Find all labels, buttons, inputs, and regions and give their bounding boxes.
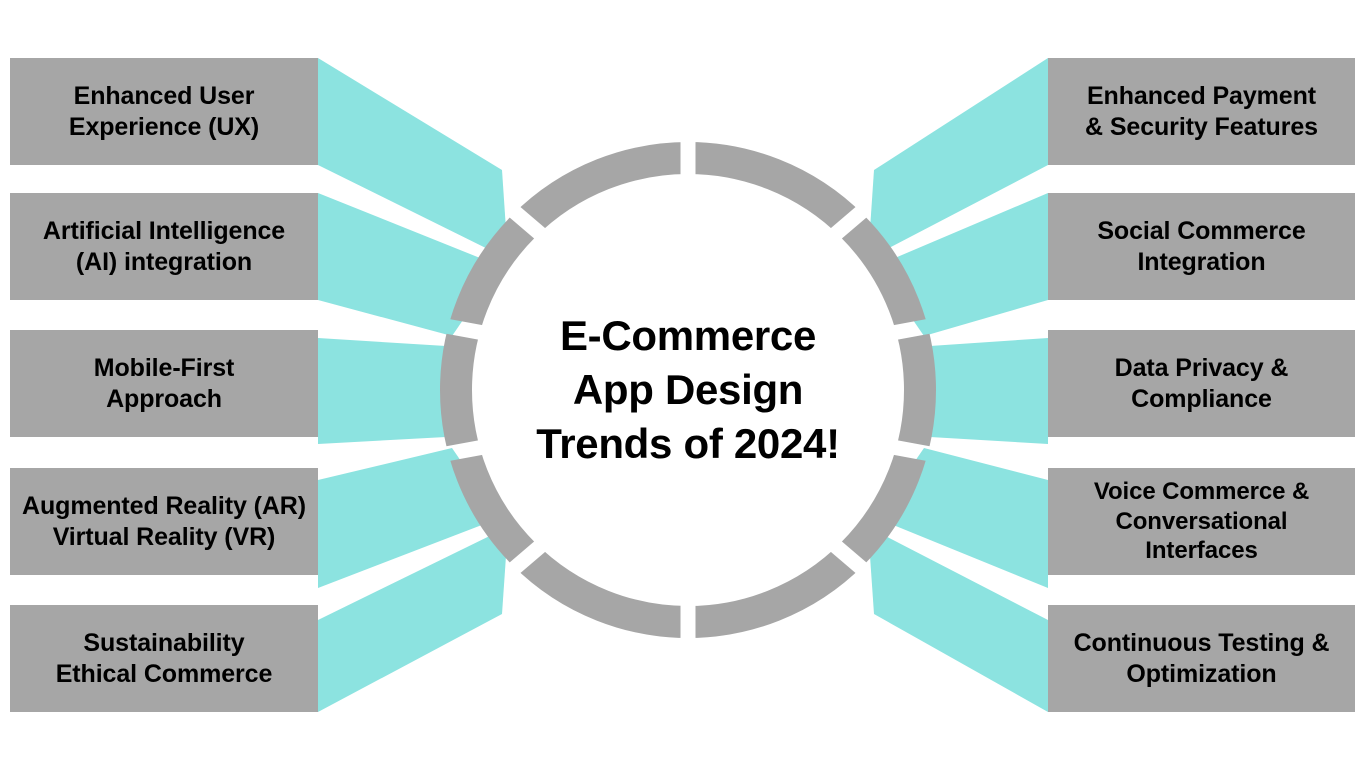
connector-right-3 — [930, 338, 1048, 444]
node-label-text: Social Commerce Integration — [1097, 216, 1306, 276]
node-label-text: Voice Commerce & Conversational Interfac… — [1093, 477, 1310, 565]
node-label-text: Data Privacy & Compliance — [1114, 353, 1289, 413]
node-label-mobile-first-approach[interactable]: Mobile-First Approach — [10, 330, 318, 437]
node-label-text: Sustainability Ethical Commerce — [55, 628, 273, 688]
node-label-voice-commerce-conversational[interactable]: Voice Commerce & Conversational Interfac… — [1048, 468, 1355, 575]
node-label-text: Continuous Testing & Optimization — [1073, 628, 1330, 688]
node-label-text: Mobile-First Approach — [93, 353, 235, 413]
node-label-sustainability-ethical-commerce[interactable]: Sustainability Ethical Commerce — [10, 605, 318, 712]
node-label-enhanced-user-experience[interactable]: Enhanced User Experience (UX) — [10, 58, 318, 165]
diagram-canvas: Enhanced User Experience (UX) Artificial… — [0, 0, 1366, 768]
node-label-continuous-testing-optimization[interactable]: Continuous Testing & Optimization — [1048, 605, 1355, 712]
node-label-social-commerce-integration[interactable]: Social Commerce Integration — [1048, 193, 1355, 300]
node-label-text: Artificial Intelligence (AI) integration — [42, 216, 286, 276]
node-label-text: Augmented Reality (AR) Virtual Reality (… — [22, 491, 306, 551]
center-hub-title-text: E-Commerce App Design Trends of 2024! — [536, 312, 840, 467]
node-label-enhanced-payment-security[interactable]: Enhanced Payment & Security Features — [1048, 58, 1355, 165]
node-label-text: Enhanced User Experience (UX) — [68, 81, 260, 141]
connector-left-3 — [318, 338, 446, 444]
node-label-ar-vr[interactable]: Augmented Reality (AR) Virtual Reality (… — [10, 468, 318, 575]
center-hub-title: E-Commerce App Design Trends of 2024! — [478, 278, 898, 502]
node-label-data-privacy-compliance[interactable]: Data Privacy & Compliance — [1048, 330, 1355, 437]
node-label-text: Enhanced Payment & Security Features — [1085, 81, 1318, 141]
node-label-artificial-intelligence[interactable]: Artificial Intelligence (AI) integration — [10, 193, 318, 300]
